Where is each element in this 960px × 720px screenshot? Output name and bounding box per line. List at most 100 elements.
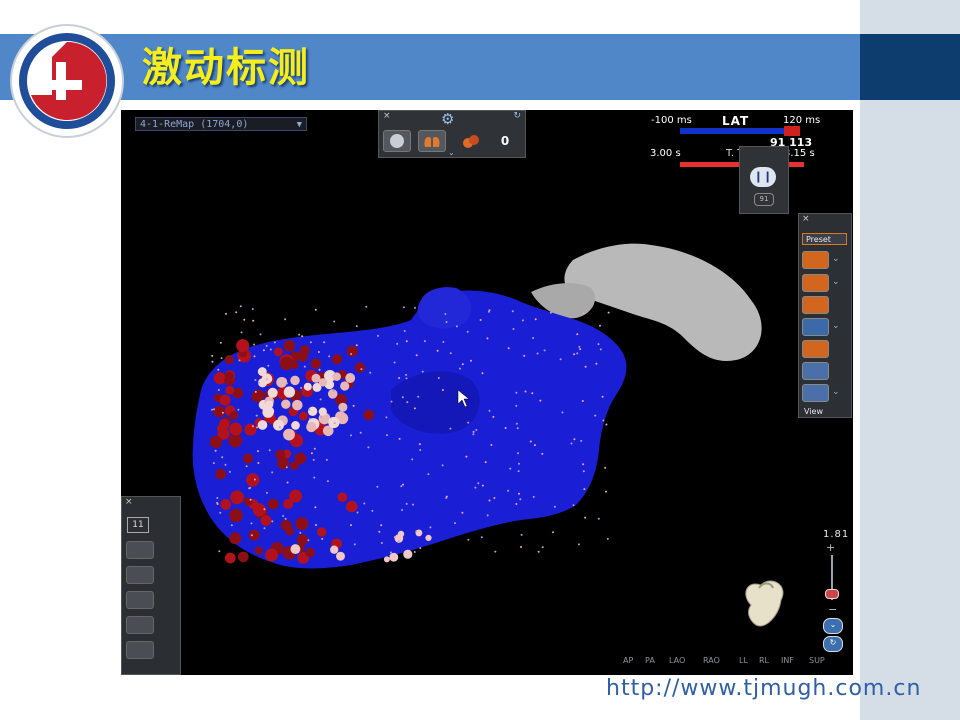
sample-point	[250, 522, 253, 525]
sample-point	[597, 517, 600, 520]
sample-point	[543, 349, 546, 352]
sample-point	[219, 341, 222, 344]
sample-point	[481, 372, 484, 375]
rotate-icon[interactable]: ↻	[823, 636, 843, 652]
red-lat-point	[217, 424, 227, 434]
white-lat-point	[257, 420, 268, 430]
tool-button-2[interactable]	[126, 566, 154, 584]
points-display-button[interactable]	[802, 251, 829, 269]
zoom-slider-handle[interactable]	[825, 589, 839, 599]
sample-point	[584, 365, 587, 368]
title-band	[0, 34, 860, 100]
sample-point	[541, 546, 544, 549]
sample-point	[429, 526, 432, 529]
lat-color-bar[interactable]	[680, 128, 800, 134]
close-icon[interactable]: ×	[802, 214, 810, 224]
red-lat-point	[337, 492, 348, 503]
close-icon[interactable]: ×	[125, 497, 133, 507]
tool-button-1[interactable]	[126, 541, 154, 559]
null-count-button[interactable]: 0	[491, 130, 519, 152]
view-pa[interactable]: PA	[645, 656, 655, 665]
chevron-down-icon[interactable]: ⌄	[832, 277, 840, 287]
tool-button-5[interactable]	[126, 641, 154, 659]
footer-url[interactable]: http://www.tjmugh.com.cn	[606, 676, 921, 701]
sample-point	[454, 522, 456, 525]
sample-point	[254, 379, 257, 381]
labels-display-button[interactable]	[802, 274, 829, 292]
sample-point	[520, 546, 522, 548]
sample-point	[268, 449, 271, 452]
white-lat-point	[336, 551, 345, 561]
carto-map-viewport[interactable]: 4-1-ReMap (1704,0) ▼ × ⚙ ↻ 0 ⌄ -100 ms L…	[121, 110, 853, 675]
sample-point	[309, 341, 312, 344]
red-lat-point	[299, 411, 308, 421]
gear-icon[interactable]: ⚙	[441, 110, 454, 128]
view-rao[interactable]: RAO	[703, 656, 720, 665]
chevron-down-icon[interactable]: ⌄	[448, 148, 455, 157]
tool-button-4[interactable]	[126, 616, 154, 634]
chevron-down-icon[interactable]: ⌄	[832, 321, 840, 331]
points-view-button[interactable]	[457, 130, 485, 152]
view-ap[interactable]: AP	[623, 656, 633, 665]
sample-point	[266, 378, 269, 381]
pause-button[interactable]: ❙❙	[750, 167, 776, 187]
refresh-icon[interactable]: ↻	[513, 111, 521, 121]
red-lat-point	[290, 360, 299, 370]
chevron-down-icon[interactable]: ⌄	[832, 254, 840, 264]
shell-view-button[interactable]	[383, 130, 411, 152]
view-rl[interactable]: RL	[759, 656, 769, 665]
tags-display-button[interactable]	[802, 296, 829, 314]
view-lao[interactable]: LAO	[669, 656, 685, 665]
point-count: 11	[127, 517, 149, 533]
sample-point	[441, 389, 444, 391]
sample-point	[405, 373, 408, 376]
white-lat-point	[283, 428, 295, 441]
tool-button-3[interactable]	[126, 591, 154, 609]
lat-window-handle[interactable]	[784, 126, 800, 136]
sample-point	[597, 343, 600, 346]
sample-point	[518, 462, 520, 465]
sample-point	[313, 447, 316, 450]
white-lat-point	[328, 416, 340, 429]
lat-max-label: 120 ms	[783, 115, 821, 126]
zoom-out-icon[interactable]: −	[828, 603, 837, 616]
anatomy-view-button[interactable]	[418, 130, 446, 152]
sample-point	[494, 550, 497, 553]
sample-point	[333, 422, 336, 425]
sample-point	[607, 311, 610, 314]
catheter-display-button[interactable]	[802, 384, 829, 402]
sample-point	[445, 321, 448, 323]
sample-point	[577, 543, 580, 546]
sample-point	[298, 333, 301, 336]
white-lat-point	[303, 382, 312, 391]
view-inf[interactable]: INF	[781, 656, 794, 665]
sample-point	[583, 488, 586, 491]
sample-point	[515, 391, 518, 394]
sample-point	[599, 348, 602, 351]
red-lat-point	[283, 339, 296, 352]
sample-point	[533, 444, 536, 447]
map-selector-dropdown[interactable]: 4-1-ReMap (1704,0) ▼	[135, 117, 307, 131]
sample-point	[217, 368, 220, 371]
grid-display-button[interactable]	[802, 318, 829, 336]
mesh-display-button[interactable]	[802, 362, 829, 380]
sample-point	[534, 318, 537, 321]
rotate-down-icon[interactable]: ⌄	[823, 618, 843, 634]
sample-point	[573, 438, 576, 441]
sample-point	[386, 434, 388, 437]
sample-point	[369, 371, 372, 374]
sample-point	[271, 471, 274, 474]
sample-point	[437, 377, 440, 379]
sample-point	[515, 422, 518, 425]
sample-point	[385, 416, 388, 419]
color-display-button[interactable]	[802, 340, 829, 358]
white-lat-point	[332, 372, 341, 381]
preset-dropdown[interactable]: Preset	[802, 233, 847, 245]
zoom-in-icon[interactable]: +	[826, 541, 835, 554]
view-ll[interactable]: LL	[739, 656, 748, 665]
sample-point	[240, 331, 243, 334]
view-menu[interactable]: View	[804, 407, 823, 416]
chevron-down-icon[interactable]: ⌄	[832, 387, 840, 397]
view-sup[interactable]: SUP	[809, 656, 825, 665]
close-icon[interactable]: ×	[383, 111, 391, 121]
